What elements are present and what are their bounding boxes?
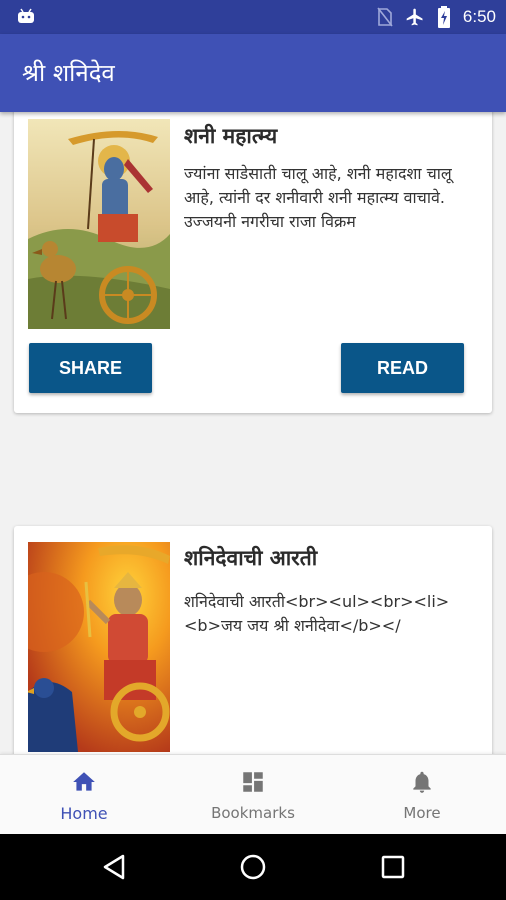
card-title: शनी महात्म्य <box>184 124 278 148</box>
read-button[interactable]: READ <box>341 343 464 393</box>
nav-item-bookmarks[interactable]: Bookmarks <box>169 755 337 835</box>
bottom-navigation: Home Bookmarks More <box>0 754 506 834</box>
card-title: शनिदेवाची आरती <box>184 546 318 570</box>
nav-label-more: More <box>403 804 441 822</box>
nav-label-bookmarks: Bookmarks <box>211 804 295 822</box>
back-icon[interactable] <box>99 852 129 882</box>
card-shanidev-aarti[interactable]: शनिदेवाची आरती शनिदेवाची आरती<br><ul><br… <box>14 526 492 754</box>
nav-label-home: Home <box>60 804 108 823</box>
bell-icon <box>413 771 431 793</box>
share-button[interactable]: SHARE <box>29 343 152 393</box>
status-bar: 6:50 <box>0 0 506 34</box>
home-circle-icon[interactable] <box>238 852 268 882</box>
nav-item-home[interactable]: Home <box>0 755 168 835</box>
shani-painting-image <box>28 119 170 329</box>
home-icon <box>73 772 95 791</box>
airplane-mode-icon <box>406 8 423 26</box>
app-bar: श्री शनिदेव <box>0 34 506 112</box>
card-description: ज्यांना साडेसाती चालू आहे, शनी महादशा चा… <box>184 164 452 231</box>
card-description: शनिदेवाची आरती<br><ul><br><li><b>जय जय श… <box>184 592 450 635</box>
shanidev-aarti-image <box>28 542 170 752</box>
card-list[interactable]: शनी महात्म्य ज्यांना साडेसाती चालू आहे, … <box>0 112 506 754</box>
recents-icon[interactable] <box>378 852 408 882</box>
dashboard-icon <box>243 772 263 792</box>
system-navigation-bar <box>0 834 506 900</box>
app-title: श्री शनिदेव <box>22 59 115 87</box>
nav-item-more[interactable]: More <box>338 755 506 835</box>
status-clock: 6:50 <box>462 7 496 26</box>
android-notification-icon <box>18 8 34 23</box>
battery-charging-icon <box>437 6 450 28</box>
card-shani-mahatmya[interactable]: शनी महात्म्य ज्यांना साडेसाती चालू आहे, … <box>14 112 492 413</box>
no-sim-icon <box>377 7 393 27</box>
